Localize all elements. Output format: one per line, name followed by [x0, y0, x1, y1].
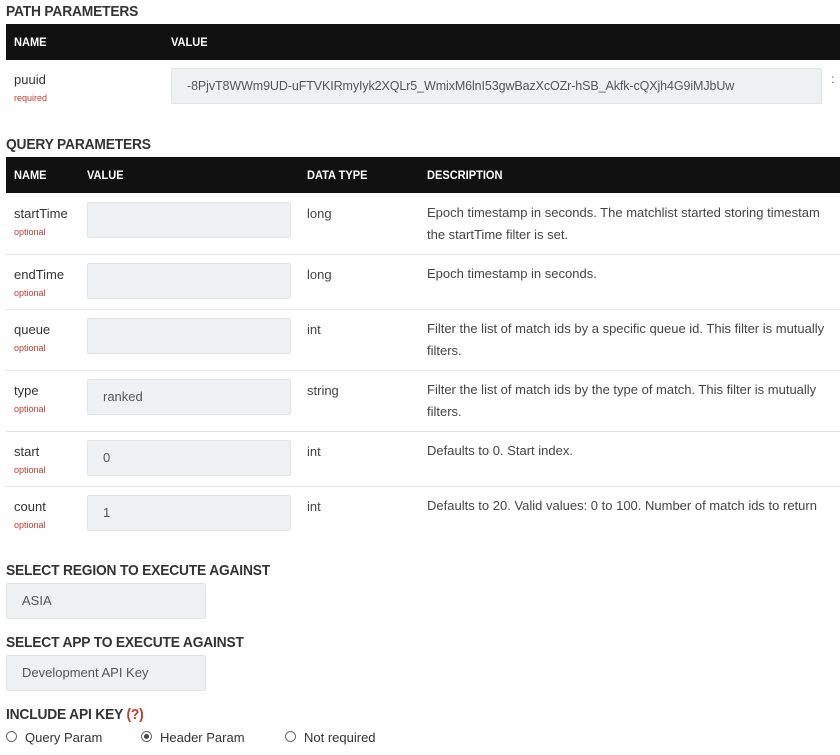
app-select-title: SELECT APP TO EXECUTE AGAINST: [6, 634, 244, 651]
param-data-type: int: [307, 444, 321, 459]
param-name: queue: [14, 322, 51, 337]
param-description: Epoch timestamp in seconds.: [427, 266, 597, 281]
param-description: Defaults to 0. Start index.: [427, 443, 573, 458]
param-data-type: string: [307, 383, 339, 398]
param-data-type: long: [307, 206, 332, 221]
radio-button-icon[interactable]: [6, 731, 17, 742]
radio-button-icon[interactable]: [285, 731, 296, 742]
endtime-input[interactable]: [87, 263, 291, 299]
path-parameters-title: PATH PARAMETERS: [6, 3, 139, 20]
puuid-input[interactable]: -8PjvT8WWm9UD-uFTVKIRmyIyk2XQLr5_WmixM6l…: [171, 68, 822, 104]
param-name: type: [14, 383, 39, 398]
count-input[interactable]: 1: [87, 495, 291, 531]
param-name: count: [14, 499, 46, 514]
query-param-row: startTime optional long Epoch timestamp …: [6, 193, 840, 255]
path-parameters-header: NAME VALUE: [6, 24, 840, 60]
param-name: start: [14, 444, 40, 459]
region-select-title: SELECT REGION TO EXECUTE AGAINST: [6, 562, 271, 579]
starttime-input[interactable]: [87, 202, 291, 238]
param-optional-label: optional: [14, 227, 46, 237]
region-select[interactable]: ASIA: [6, 583, 206, 619]
radio-label: Header Param: [160, 730, 245, 745]
query-param-row: endTime optional long Epoch timestamp in…: [6, 255, 840, 310]
query-param-row: count optional 1 int Defaults to 20. Val…: [6, 487, 840, 541]
header-name: NAME: [14, 168, 47, 182]
header-name: NAME: [14, 35, 47, 49]
query-param-row: queue optional int Filter the list of ma…: [6, 310, 840, 371]
param-optional-label: optional: [14, 288, 46, 298]
header-value: VALUE: [87, 168, 124, 182]
header-value: VALUE: [171, 35, 208, 49]
help-link[interactable]: (?): [127, 706, 144, 723]
type-input[interactable]: ranked: [87, 379, 291, 415]
param-description: Filter the list of match ids by the type…: [427, 382, 817, 419]
start-input[interactable]: 0: [87, 440, 291, 476]
path-param-row-puuid: puuid required -8PjvT8WWm9UD-uFTVKIRmyIy…: [6, 60, 840, 114]
radio-button-selected-icon[interactable]: [141, 731, 152, 742]
header-description: DESCRIPTION: [427, 168, 503, 182]
param-description: Filter the list of match ids by a specif…: [427, 321, 825, 358]
param-name: endTime: [14, 267, 65, 282]
param-data-type: int: [307, 499, 321, 514]
radio-label: Query Param: [25, 730, 103, 745]
queue-input[interactable]: [87, 318, 291, 354]
param-description: Defaults to 20. Valid values: 0 to 100. …: [427, 498, 817, 513]
header-data-type: DATA TYPE: [307, 168, 368, 182]
param-optional-label: optional: [14, 520, 46, 530]
param-required-label: required: [14, 93, 48, 103]
param-optional-label: optional: [14, 404, 46, 414]
param-data-type: long: [307, 267, 332, 282]
param-data-type: int: [307, 322, 321, 337]
param-description: Epoch timestamp in seconds. The matchlis…: [427, 205, 820, 242]
param-optional-label: optional: [14, 465, 46, 475]
app-select[interactable]: Development API Key: [6, 655, 206, 691]
query-parameters-title: QUERY PARAMETERS: [6, 136, 151, 153]
include-api-key-title: INCLUDE API KEY (?): [6, 706, 144, 723]
query-param-row: type optional ranked string Filter the l…: [6, 371, 840, 432]
param-name: startTime: [14, 206, 68, 221]
param-name: puuid: [14, 72, 46, 87]
query-param-row: start optional 0 int Defaults to 0. Star…: [6, 432, 840, 487]
radio-label: Not required: [304, 730, 376, 745]
truncated-marker: :: [831, 72, 835, 86]
query-parameters-header: NAME VALUE DATA TYPE DESCRIPTION: [6, 157, 840, 193]
param-optional-label: optional: [14, 343, 46, 353]
